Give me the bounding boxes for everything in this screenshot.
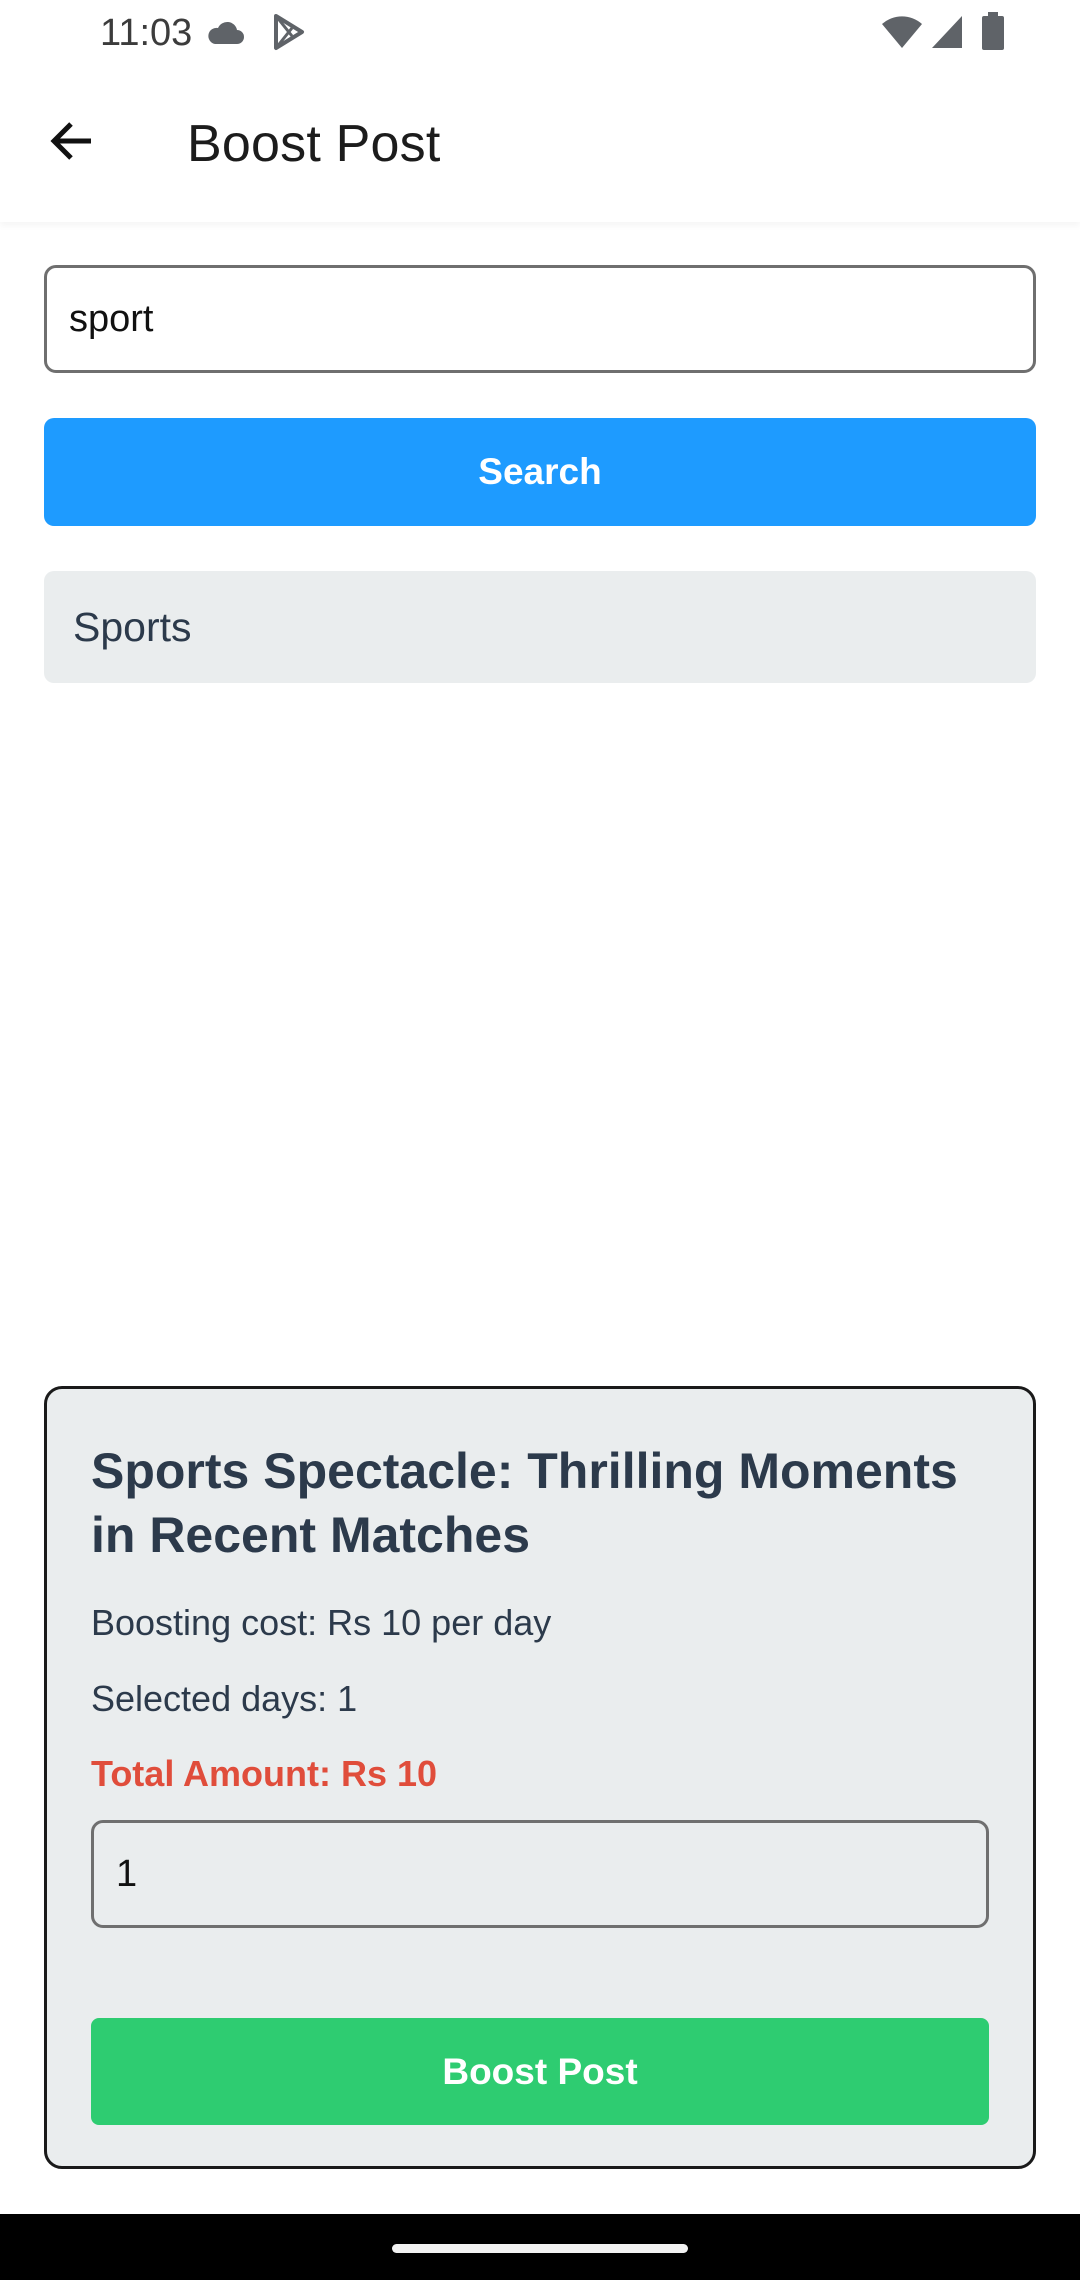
signal-icon: [932, 16, 962, 48]
search-result-label: Sports: [73, 603, 192, 650]
search-input[interactable]: [44, 265, 1036, 373]
back-button[interactable]: [36, 106, 106, 176]
boosting-cost-text: Boosting cost: Rs 10 per day: [91, 1602, 552, 1643]
post-title: Sports Spectacle: Thrilling Moments in R…: [91, 1443, 958, 1563]
cloud-icon: [208, 21, 244, 44]
search-button[interactable]: Search: [44, 418, 1036, 526]
status-time: 11:03: [100, 12, 193, 54]
boost-card: Sports Spectacle: Thrilling Moments in R…: [44, 1386, 1036, 2169]
page-title: Boost Post: [187, 115, 441, 173]
days-input[interactable]: [91, 1820, 989, 1928]
boost-post-button[interactable]: Boost Post: [91, 2018, 989, 2125]
search-result-item[interactable]: Sports: [44, 571, 1036, 683]
navigation-bar: [0, 2214, 1080, 2280]
app-bar: Boost Post: [0, 66, 1080, 222]
home-gesture-handle[interactable]: [392, 2244, 688, 2253]
battery-icon: [982, 12, 1004, 50]
selected-days-text: Selected days: 1: [91, 1678, 358, 1719]
arrow-left-icon: [50, 122, 91, 160]
total-amount-text: Total Amount: Rs 10: [91, 1753, 438, 1794]
wifi-icon: [882, 16, 922, 48]
play-store-icon: [274, 14, 304, 50]
status-bar: 11:03: [0, 0, 1080, 66]
